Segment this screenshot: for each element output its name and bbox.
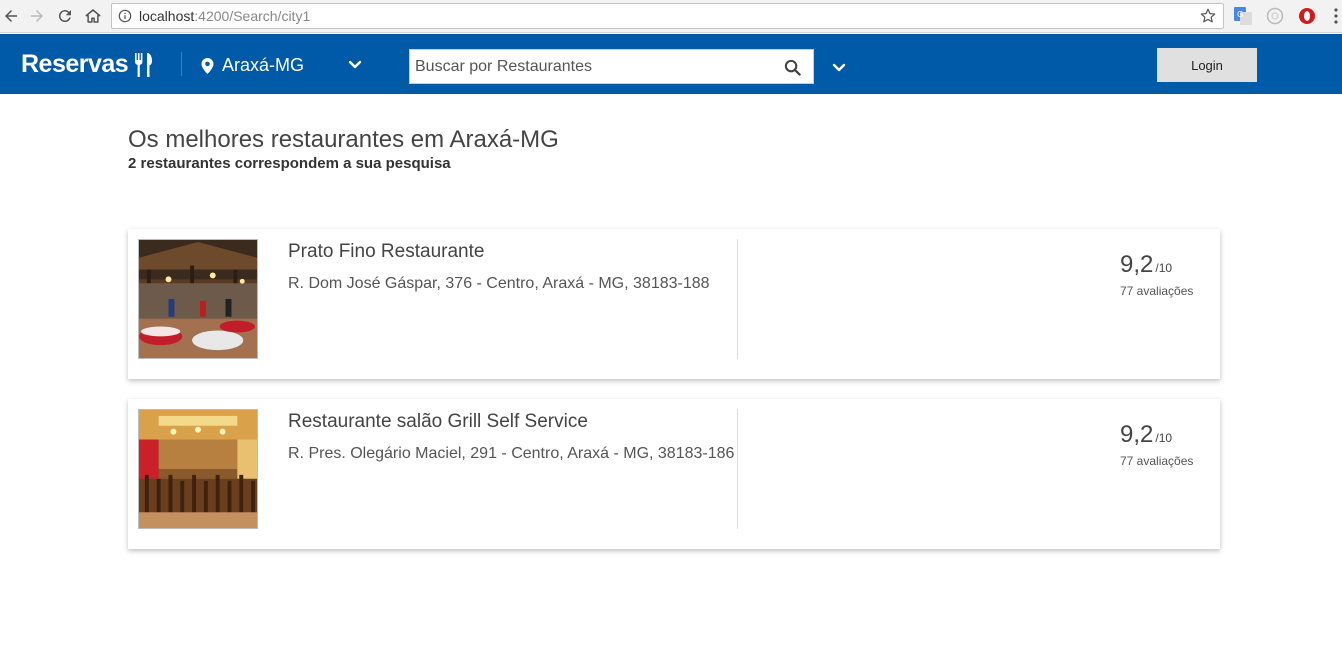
search-input[interactable] — [415, 56, 775, 78]
svg-text:G: G — [1237, 10, 1243, 19]
bookmark-star-icon[interactable] — [1199, 7, 1217, 25]
login-button[interactable]: Login — [1157, 48, 1257, 82]
map-pin-icon — [201, 57, 214, 74]
review-count: 77 avaliações — [1120, 454, 1194, 468]
header-divider — [181, 52, 182, 76]
restaurant-name[interactable]: Prato Fino Restaurante — [288, 241, 484, 263]
search-box — [409, 49, 814, 84]
restaurant-photo[interactable] — [138, 409, 258, 529]
back-icon[interactable] — [0, 5, 22, 27]
translate-extension-icon[interactable]: G — [1234, 7, 1252, 25]
cutlery-icon — [135, 52, 153, 77]
reload-icon[interactable] — [54, 5, 76, 27]
rating-scale: /10 — [1155, 261, 1173, 275]
restaurant-address: R. Dom José Gáspar, 376 - Centro, Araxá … — [288, 275, 710, 292]
rating-score: 9,2 — [1120, 251, 1154, 278]
brand-logo[interactable]: Reservas — [21, 50, 154, 79]
page-title: Os melhores restaurantes em Araxá-MG — [128, 126, 559, 153]
city-label: Araxá-MG — [222, 55, 305, 75]
results-count: 2 restaurantes correspondem a sua pesqui… — [128, 155, 451, 172]
rating-scale: /10 — [1155, 431, 1173, 445]
card-divider — [737, 239, 738, 359]
chevron-down-icon[interactable] — [348, 58, 362, 72]
card-divider — [737, 409, 738, 529]
search-icon[interactable] — [784, 59, 801, 76]
rating: 9,2/10 — [1120, 251, 1172, 279]
opera-extension-icon[interactable] — [1298, 7, 1316, 25]
address-bar[interactable]: localhost:4200/Search/city1 — [111, 3, 1224, 29]
rating-score: 9,2 — [1120, 421, 1154, 448]
review-count: 77 avaliações — [1120, 284, 1194, 298]
extension-circle-icon[interactable] — [1266, 7, 1284, 25]
restaurant-card[interactable]: Prato Fino Restaurante R. Dom José Gáspa… — [128, 229, 1220, 379]
brand-name: Reservas — [21, 50, 129, 78]
info-icon[interactable] — [118, 9, 132, 23]
menu-dots-icon[interactable] — [1332, 7, 1340, 25]
forward-icon[interactable] — [26, 5, 48, 27]
browser-toolbar: localhost:4200/Search/city1 G — [0, 0, 1342, 33]
rating: 9,2/10 — [1120, 421, 1172, 449]
restaurant-card[interactable]: Restaurante salão Grill Self Service R. … — [128, 399, 1220, 549]
url-text: localhost:4200/Search/city1 — [139, 8, 311, 24]
restaurant-photo[interactable] — [138, 239, 258, 359]
restaurant-name[interactable]: Restaurante salão Grill Self Service — [288, 411, 588, 433]
restaurant-address: R. Pres. Olegário Maciel, 291 - Centro, … — [288, 445, 735, 462]
city-selector[interactable]: Araxá-MG — [201, 55, 304, 76]
home-icon[interactable] — [82, 5, 104, 27]
chevron-down-icon[interactable] — [832, 61, 846, 75]
app-header: Reservas Araxá-MG Login — [0, 34, 1342, 94]
